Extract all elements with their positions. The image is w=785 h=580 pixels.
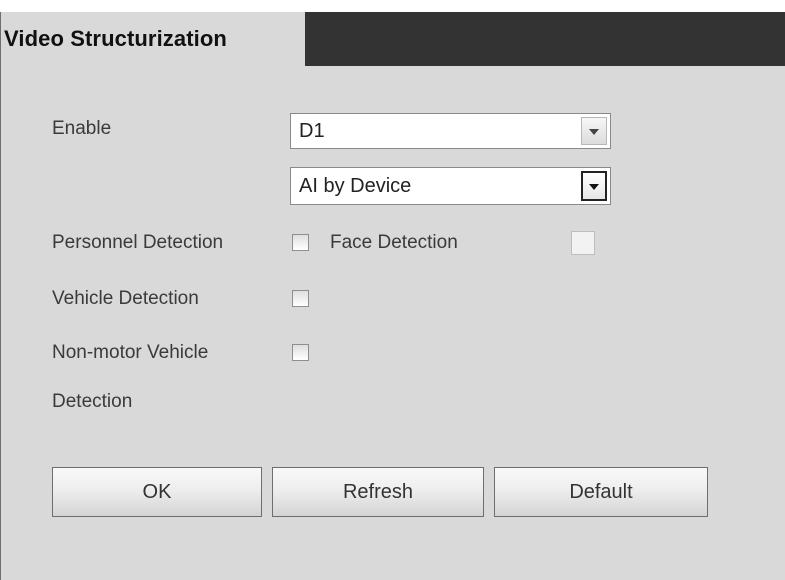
- channel-select-value: D1: [299, 120, 325, 142]
- mode-select-value: AI by Device: [299, 175, 412, 197]
- non-motor-detection-label: Non-motor Vehicle: [52, 342, 209, 363]
- non-motor-detection-label-line2: Detection: [52, 391, 133, 412]
- chevron-down-icon[interactable]: [581, 171, 607, 201]
- face-detection-checkbox[interactable]: [571, 231, 595, 255]
- personnel-detection-label: Personnel Detection: [52, 232, 224, 253]
- channel-select[interactable]: D1: [290, 113, 611, 149]
- face-detection-label: Face Detection: [330, 232, 458, 253]
- personnel-detection-checkbox[interactable]: [292, 234, 309, 251]
- non-motor-detection-checkbox[interactable]: [292, 344, 309, 361]
- page-title: Video Structurization: [4, 26, 227, 51]
- vehicle-detection-checkbox[interactable]: [292, 290, 309, 307]
- chevron-down-icon[interactable]: [581, 117, 607, 145]
- ok-button[interactable]: OK: [52, 467, 262, 517]
- enable-label: Enable: [52, 118, 112, 139]
- mode-select[interactable]: AI by Device: [290, 167, 611, 205]
- vehicle-detection-label: Vehicle Detection: [52, 288, 199, 309]
- refresh-button[interactable]: Refresh: [272, 467, 484, 517]
- default-button[interactable]: Default: [494, 467, 708, 517]
